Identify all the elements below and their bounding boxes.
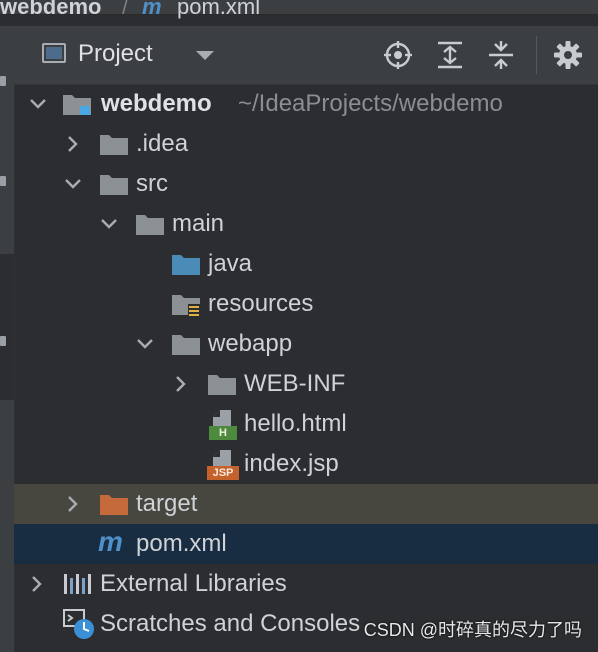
tree-label: pom.xml bbox=[136, 530, 227, 557]
folder-icon bbox=[100, 135, 128, 155]
maven-icon: m bbox=[98, 526, 123, 557]
tree-node-main[interactable]: main bbox=[14, 204, 598, 244]
tree-label: Scratches and Consoles bbox=[100, 610, 361, 637]
html-file-icon: H bbox=[209, 410, 237, 440]
project-tool-tab[interactable] bbox=[0, 254, 14, 400]
toolbar-divider bbox=[536, 36, 537, 74]
tree-label: index.jsp bbox=[244, 450, 339, 477]
tree-label: resources bbox=[208, 290, 314, 317]
tree-label: External Libraries bbox=[100, 570, 287, 597]
tree-label: webdemo bbox=[101, 90, 212, 117]
tree-label: src bbox=[136, 170, 168, 197]
chevron-right-icon[interactable] bbox=[64, 135, 82, 153]
tree-label: hello.html bbox=[244, 410, 347, 437]
module-folder-icon bbox=[63, 95, 91, 115]
source-folder-icon bbox=[172, 255, 200, 275]
tree-label: .idea bbox=[136, 130, 189, 157]
tree-node-pom-xml[interactable]: m pom.xml bbox=[14, 524, 598, 564]
locate-icon[interactable] bbox=[383, 40, 413, 70]
chevron-right-icon[interactable] bbox=[172, 375, 190, 393]
tree-node-resources[interactable]: resources bbox=[14, 284, 598, 324]
folder-icon bbox=[208, 375, 236, 395]
tree-node-hello-html[interactable]: H hello.html bbox=[14, 404, 598, 444]
tree-node-index-jsp[interactable]: JSP index.jsp bbox=[14, 444, 598, 484]
chevron-right-icon[interactable] bbox=[28, 575, 46, 593]
tree-label: WEB-INF bbox=[244, 370, 346, 397]
tree-label: java bbox=[208, 250, 253, 277]
breadcrumb-separator: / bbox=[122, 0, 129, 19]
tree-label: main bbox=[172, 210, 225, 237]
project-view-selector[interactable]: Project bbox=[78, 40, 153, 68]
jsp-file-icon: JSP bbox=[207, 450, 239, 480]
jsp-badge: JSP bbox=[207, 466, 239, 480]
chevron-right-icon[interactable] bbox=[64, 495, 82, 513]
chevron-down-icon[interactable] bbox=[64, 175, 82, 193]
folder-icon bbox=[136, 215, 164, 235]
tree-node-webdemo[interactable]: webdemo ~/IdeaProjects/webdemo bbox=[14, 84, 598, 124]
maven-icon: m bbox=[142, 0, 162, 19]
tree-label: target bbox=[136, 490, 198, 517]
project-toolwindow-header: Project bbox=[14, 26, 598, 85]
watermark: CSDN @时碎真的尽力了吗 bbox=[363, 620, 582, 640]
html-badge: H bbox=[209, 426, 237, 440]
left-tool-strip bbox=[0, 26, 15, 652]
folder-icon bbox=[100, 175, 128, 195]
tree-node-idea[interactable]: .idea bbox=[14, 124, 598, 164]
excluded-folder-icon bbox=[100, 495, 128, 515]
chevron-down-icon[interactable] bbox=[100, 215, 118, 233]
expand-all-icon[interactable] bbox=[435, 40, 465, 70]
chevron-down-icon[interactable] bbox=[136, 335, 154, 353]
gear-icon[interactable] bbox=[553, 40, 583, 70]
collapse-all-icon[interactable] bbox=[486, 40, 516, 70]
library-icon bbox=[64, 574, 91, 594]
chevron-down-icon[interactable] bbox=[196, 51, 214, 60]
folder-icon bbox=[172, 335, 200, 355]
navigation-breadcrumb: webdemo / m pom.xml bbox=[0, 0, 598, 19]
tree-node-external-libraries[interactable]: External Libraries bbox=[14, 564, 598, 604]
tree-node-webapp[interactable]: webapp bbox=[14, 324, 598, 364]
breadcrumb-file[interactable]: pom.xml bbox=[177, 0, 260, 20]
project-path: ~/IdeaProjects/webdemo bbox=[238, 90, 503, 117]
tree-node-src[interactable]: src bbox=[14, 164, 598, 204]
scratches-icon bbox=[63, 609, 94, 639]
resources-folder-icon bbox=[172, 295, 200, 316]
tree-label: webapp bbox=[208, 330, 293, 357]
breadcrumb-project[interactable]: webdemo bbox=[0, 0, 101, 20]
tool-strip-mark[interactable] bbox=[0, 76, 6, 86]
project-window-icon bbox=[42, 43, 66, 63]
chevron-down-icon[interactable] bbox=[29, 95, 47, 113]
tree-node-java[interactable]: java bbox=[14, 244, 598, 284]
tree-node-target[interactable]: target bbox=[14, 484, 598, 524]
tool-strip-mark[interactable] bbox=[0, 176, 6, 186]
tool-strip-mark[interactable] bbox=[0, 336, 6, 346]
tree-node-web-inf[interactable]: WEB-INF bbox=[14, 364, 598, 404]
